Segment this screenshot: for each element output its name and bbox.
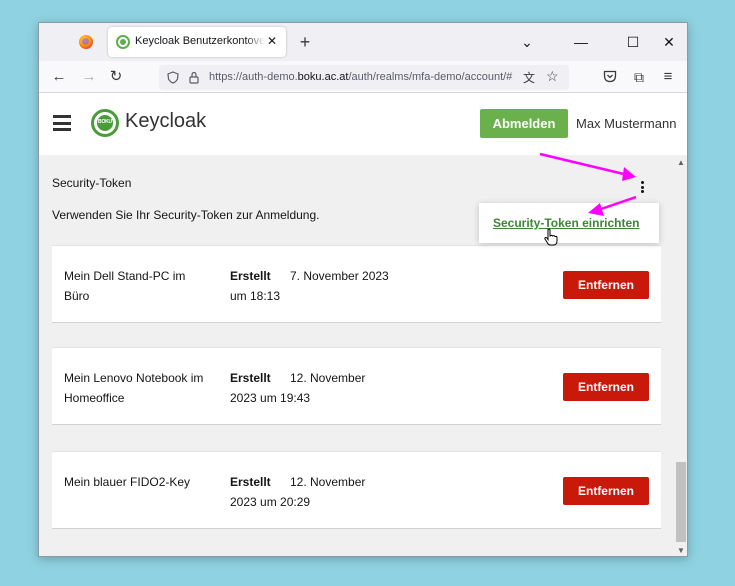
page-scrollbar[interactable]: ▲ ▼ <box>675 155 687 556</box>
tab-bar: Keycloak Benutzerkontoverwaltung ✕ + ⌄ —… <box>39 23 687 61</box>
remove-token-button[interactable]: Entfernen <box>563 373 649 401</box>
hamburger-menu-icon[interactable] <box>53 115 71 131</box>
section-description: Verwenden Sie Ihr Security-Token zur Anm… <box>52 208 320 222</box>
extensions-icon[interactable]: ⧉ <box>629 67 649 87</box>
url-text: https://auth-demo.boku.ac.at/auth/realms… <box>209 71 513 83</box>
new-tab-icon[interactable]: + <box>295 32 315 52</box>
boku-favicon-icon <box>116 35 130 49</box>
token-created-label: Erstellt <box>230 371 271 385</box>
firefox-icon[interactable] <box>79 35 93 49</box>
browser-window: Keycloak Benutzerkontoverwaltung ✕ + ⌄ —… <box>38 22 688 557</box>
token-card: Mein Dell Stand-PC im Büro 7. November 2… <box>52 245 661 323</box>
reload-icon[interactable]: ↻ <box>106 67 126 87</box>
setup-security-token-link[interactable]: Security-Token einrichten <box>493 216 639 230</box>
nav-bar: ← → ↻ https://auth-demo.boku.ac.at/auth/… <box>39 61 687 93</box>
main-content: Security-Token Verwenden Sie Ihr Securit… <box>39 155 675 556</box>
maximize-icon[interactable]: ☐ <box>623 32 643 52</box>
menu-icon[interactable]: ≡ <box>658 67 678 87</box>
app-header: Keycloak Abmelden Max Mustermann <box>39 93 687 155</box>
minimize-icon[interactable]: — <box>571 32 591 52</box>
remove-token-button[interactable]: Entfernen <box>563 271 649 299</box>
scroll-down-icon[interactable]: ▼ <box>675 545 687 556</box>
token-name: Mein blauer FIDO2-Key <box>64 475 191 489</box>
token-name: Mein Lenovo Notebook im Homeoffice <box>64 371 204 405</box>
shield-icon[interactable] <box>167 71 179 84</box>
scrollbar-thumb[interactable] <box>676 462 686 542</box>
back-icon[interactable]: ← <box>49 67 69 87</box>
tab-keycloak[interactable]: Keycloak Benutzerkontoverwaltung ✕ <box>108 27 286 57</box>
token-name: Mein Dell Stand-PC im Büro <box>64 269 186 303</box>
bookmark-star-icon[interactable]: ☆ <box>546 68 559 85</box>
token-card: Mein blauer FIDO2-Key 12. November 2023 … <box>52 451 661 529</box>
boku-logo-icon <box>91 109 119 137</box>
pocket-icon[interactable] <box>603 70 617 83</box>
token-created-label: Erstellt <box>230 475 271 489</box>
kebab-menu-icon[interactable] <box>638 181 646 195</box>
close-window-icon[interactable]: ✕ <box>659 32 679 52</box>
forward-icon[interactable]: → <box>79 67 99 87</box>
lock-icon[interactable] <box>189 71 199 84</box>
page: Keycloak Abmelden Max Mustermann Securit… <box>39 93 687 556</box>
kebab-dropdown-menu: Security-Token einrichten <box>479 203 659 243</box>
username: Max Mustermann <box>576 116 677 131</box>
brand-name: Keycloak <box>125 110 207 132</box>
url-bar[interactable]: https://auth-demo.boku.ac.at/auth/realms… <box>159 65 569 90</box>
tab-list-chevron-icon[interactable]: ⌄ <box>517 32 537 52</box>
remove-token-button[interactable]: Entfernen <box>563 477 649 505</box>
scroll-up-icon[interactable]: ▲ <box>675 157 687 169</box>
tab-title: Keycloak Benutzerkontoverwaltung <box>135 35 265 47</box>
hand-cursor-icon <box>544 228 558 246</box>
tab-close-icon[interactable]: ✕ <box>264 33 280 49</box>
logout-button[interactable]: Abmelden <box>480 109 568 138</box>
translate-icon[interactable]: 文 <box>523 69 535 86</box>
section-title: Security-Token <box>52 176 132 190</box>
token-card: Mein Lenovo Notebook im Homeoffice 12. N… <box>52 347 661 425</box>
token-created-label: Erstellt <box>230 269 271 283</box>
